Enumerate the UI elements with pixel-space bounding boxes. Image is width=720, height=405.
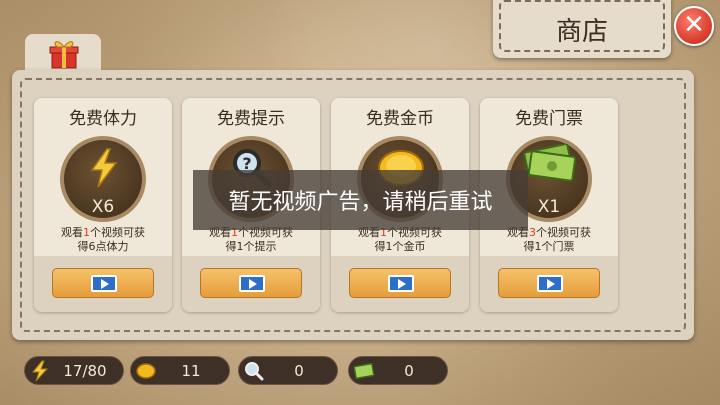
- close-button[interactable]: ✕: [674, 6, 714, 46]
- card-button-zone: [480, 256, 618, 312]
- video-play-icon: [91, 275, 117, 292]
- gold-coin-icon: [136, 363, 156, 379]
- banknote-icon: [523, 144, 577, 182]
- card-title: 免费门票: [515, 109, 583, 129]
- card-count: X6: [91, 197, 115, 217]
- no-ad-toast: 暂无视频广告，请稍后重试: [193, 170, 528, 230]
- video-play-icon: [537, 275, 563, 292]
- lightning-icon: [31, 360, 49, 382]
- banknote-icon: [353, 362, 375, 380]
- resource-hints: 0: [238, 356, 338, 385]
- hints-value: 0: [294, 362, 304, 380]
- watch-video-button[interactable]: [200, 268, 302, 298]
- magnifier-icon: [245, 362, 264, 381]
- watch-video-button[interactable]: [52, 268, 154, 298]
- video-play-icon: [239, 275, 265, 292]
- watch-video-button[interactable]: [498, 268, 600, 298]
- card-title: 免费体力: [69, 109, 137, 129]
- shop-title-tab: 商店: [493, 0, 671, 58]
- resource-energy: 17/80: [24, 356, 124, 385]
- watch-video-button[interactable]: [349, 268, 451, 298]
- card-button-zone: [34, 256, 172, 312]
- shop-title: 商店: [499, 0, 665, 52]
- card-description: 观看1个视频可获 得6点体力: [61, 226, 145, 253]
- card-description: 观看1个视频可获 得1个提示: [209, 226, 293, 253]
- energy-value: 17/80: [63, 362, 107, 380]
- card-description: 观看1个视频可获 得1个金币: [358, 226, 442, 253]
- coins-value: 11: [181, 362, 201, 380]
- tickets-value: 0: [404, 362, 414, 380]
- card-button-zone: [331, 256, 469, 312]
- card-icon-circle: X6: [60, 136, 146, 222]
- card-button-zone: [182, 256, 320, 312]
- card-free-energy: 免费体力 X6 观看1个视频可获 得6点体力: [34, 98, 172, 312]
- video-play-icon: [388, 275, 414, 292]
- card-description: 观看3个视频可获 得1个门票: [507, 226, 591, 253]
- gift-icon: [49, 41, 79, 69]
- lightning-icon: [90, 148, 118, 188]
- card-title: 免费金币: [366, 109, 434, 129]
- resource-tickets: 0: [348, 356, 448, 385]
- resource-coins: 11: [130, 356, 230, 385]
- card-title: 免费提示: [217, 109, 285, 129]
